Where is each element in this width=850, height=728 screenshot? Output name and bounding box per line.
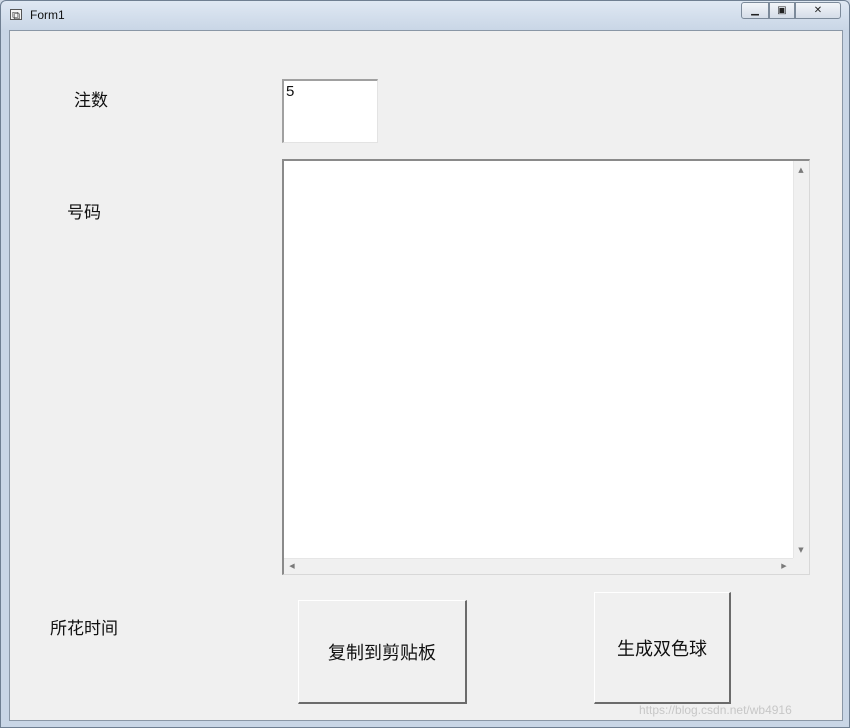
- numbers-textarea[interactable]: ▲ ▼ ◀ ▶: [282, 159, 810, 575]
- scroll-left-icon[interactable]: ◀: [287, 562, 297, 570]
- form-client-area: 注数 5 号码 ▲ ▼ ◀ ▶ 所花时间 复制到剪贴板 生成双色球: [9, 30, 843, 721]
- horizontal-scrollbar[interactable]: ◀ ▶: [284, 558, 793, 574]
- watermark: https://blog.csdn.net/wb4916: [639, 703, 792, 717]
- scrollbar-corner: [793, 558, 809, 574]
- minimize-button[interactable]: ▁: [741, 2, 769, 19]
- title-bar[interactable]: ⧉ Form1 ▁ ▣ ✕: [1, 1, 849, 30]
- time-label: 所花时间: [50, 619, 118, 639]
- form-icon[interactable]: ⧉: [10, 9, 22, 21]
- maximize-button[interactable]: ▣: [769, 2, 795, 19]
- scroll-down-icon[interactable]: ▼: [796, 546, 806, 554]
- scroll-up-icon[interactable]: ▲: [796, 166, 806, 174]
- app-window: ⧉ Form1 ▁ ▣ ✕ 注数 5 号码 ▲ ▼ ◀ ▶ 所花时间 复制到剪贴…: [0, 0, 850, 728]
- close-icon: ✕: [813, 5, 823, 16]
- copy-to-clipboard-button[interactable]: 复制到剪贴板: [298, 600, 467, 704]
- generate-double-color-ball-button[interactable]: 生成双色球: [594, 592, 731, 704]
- close-button[interactable]: ✕: [795, 2, 841, 19]
- maximize-icon: ▣: [777, 5, 787, 16]
- count-label: 注数: [74, 91, 108, 111]
- minimize-icon: ▁: [751, 5, 759, 16]
- scroll-right-icon[interactable]: ▶: [779, 562, 789, 570]
- window-title: Form1: [30, 8, 65, 22]
- numbers-label: 号码: [67, 203, 101, 223]
- count-input[interactable]: 5: [282, 79, 378, 143]
- vertical-scrollbar[interactable]: ▲ ▼: [793, 161, 809, 558]
